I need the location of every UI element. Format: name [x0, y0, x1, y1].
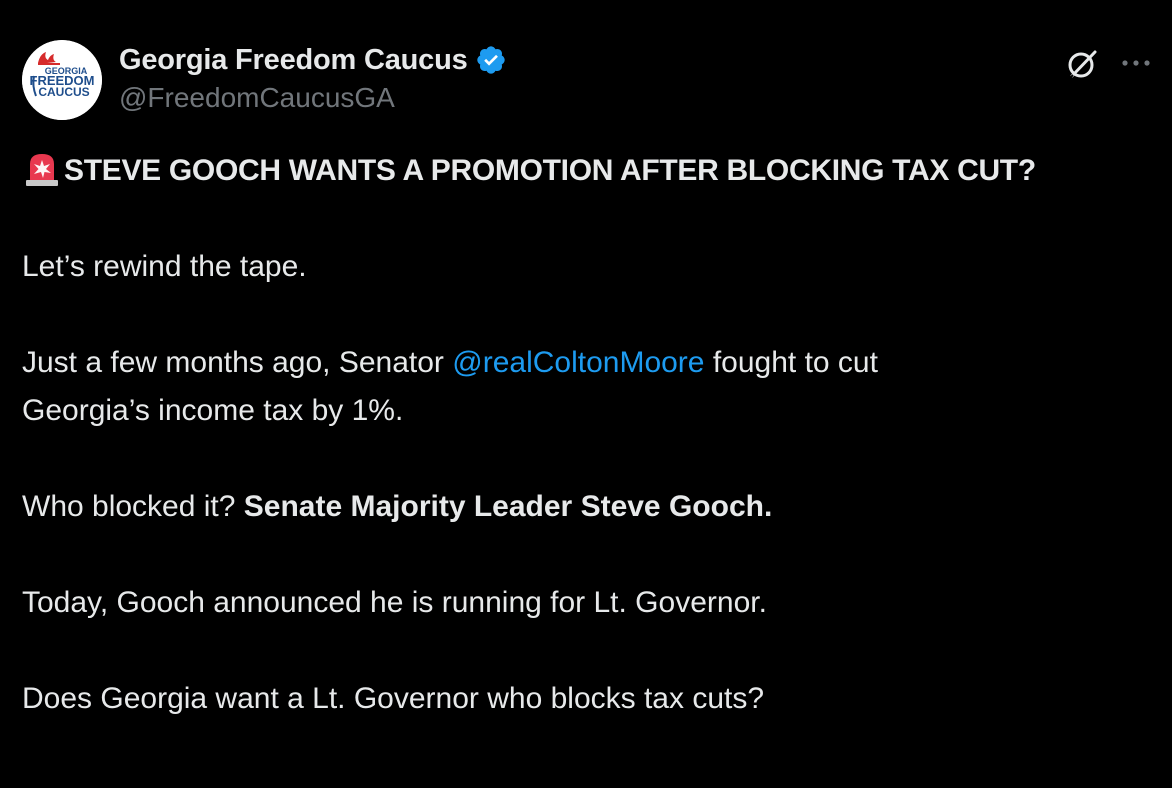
paragraph-3-bold: Senate Majority Leader Steve Gooch. — [243, 490, 773, 523]
paragraph-5: Does Georgia want a Lt. Governor who blo… — [22, 682, 765, 715]
verified-badge-icon[interactable] — [475, 44, 507, 76]
paragraph-1: Let’s rewind the tape. — [22, 250, 307, 283]
avatar[interactable]: GEORGIA FREEDOM CAUCUS — [22, 40, 102, 120]
paragraph-2-line2: Georgia’s income tax by 1%. — [22, 394, 404, 427]
mention-link[interactable]: @realColtonMoore — [452, 346, 704, 379]
more-button[interactable] — [1116, 46, 1156, 80]
paragraph-3: Who blocked it? Senate Majority Leader S… — [22, 483, 1132, 531]
paragraph-4: Today, Gooch announced he is running for… — [22, 586, 767, 619]
author-info: Georgia Freedom Caucus @FreedomCaucusGA — [119, 42, 507, 114]
paragraph-2: Just a few months ago, Senator @realColt… — [22, 339, 1132, 387]
display-name[interactable]: Georgia Freedom Caucus — [119, 44, 468, 77]
paragraph-3-before: Who blocked it? — [22, 490, 244, 523]
more-icon — [1122, 60, 1150, 66]
paragraph-2-after: fought to cut — [704, 346, 878, 379]
tweet-text: STEVE GOOCH WANTS A PROMOTION AFTER BLOC… — [22, 147, 1132, 723]
tweet: GEORGIA FREEDOM CAUCUS Georgia Freedom C… — [0, 0, 1172, 788]
handle[interactable]: @FreedomCaucusGA — [119, 82, 507, 114]
name-row: Georgia Freedom Caucus — [119, 42, 507, 78]
police-car-light-icon — [22, 148, 62, 188]
logo-line3: CAUCUS — [38, 85, 89, 99]
headline-text: STEVE GOOCH WANTS A PROMOTION AFTER BLOC… — [64, 154, 1036, 187]
grok-button[interactable] — [1062, 44, 1102, 84]
grok-icon — [1068, 50, 1097, 80]
paragraph-2-before: Just a few months ago, Senator — [22, 346, 453, 379]
freedom-caucus-logo-icon: GEORGIA FREEDOM CAUCUS — [22, 40, 102, 120]
tweet-headline: STEVE GOOCH WANTS A PROMOTION AFTER BLOC… — [22, 147, 1092, 195]
